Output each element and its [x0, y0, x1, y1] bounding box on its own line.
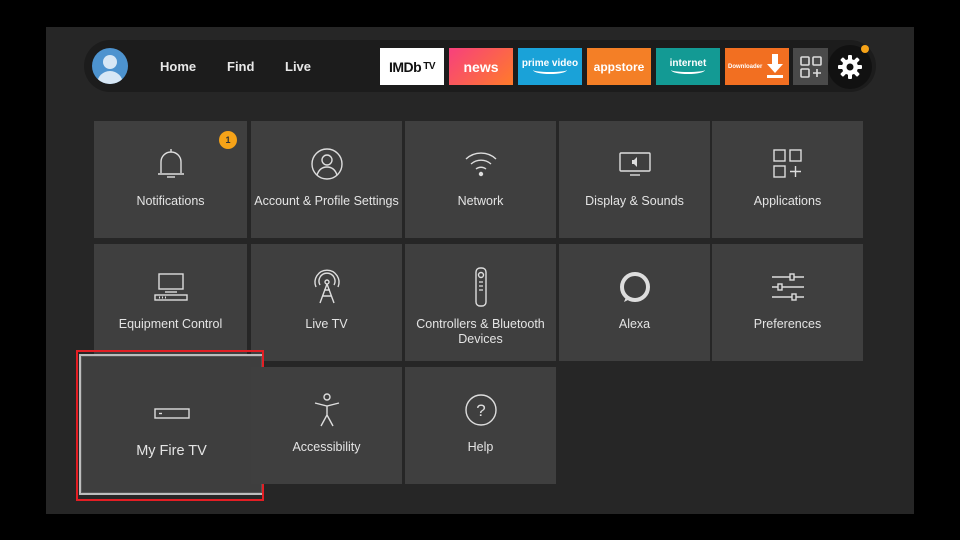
- tile-controllers-bluetooth[interactable]: Controllers & Bluetooth Devices: [405, 244, 556, 361]
- tile-account-profile[interactable]: Account & Profile Settings: [251, 121, 402, 238]
- tile-accessibility[interactable]: Accessibility: [251, 367, 402, 484]
- app-downloader[interactable]: Downloader: [725, 48, 789, 85]
- tile-label: Help: [467, 440, 494, 454]
- nav-home[interactable]: Home: [160, 59, 196, 74]
- imdb-label: IMDb: [389, 58, 422, 75]
- app-internet[interactable]: internet: [656, 48, 720, 85]
- nav-live[interactable]: Live: [285, 59, 311, 74]
- wifi-icon: [465, 152, 496, 177]
- tile-label: Account & Profile Settings: [254, 194, 399, 208]
- app-news[interactable]: news: [449, 48, 513, 85]
- settings-alert-dot: [861, 45, 869, 53]
- tile-alexa[interactable]: Alexa: [559, 244, 710, 361]
- display-icon: [618, 152, 651, 176]
- svg-text:?: ?: [476, 401, 485, 420]
- tile-label: Controllers & Bluetooth Devices: [416, 317, 545, 346]
- tile-label: Notifications: [136, 194, 205, 208]
- tile-label: Alexa: [618, 317, 651, 331]
- tile-label: Applications: [753, 194, 822, 208]
- nav-find[interactable]: Find: [227, 59, 254, 74]
- news-label: news: [463, 58, 499, 75]
- tile-live-tv[interactable]: Live TV: [251, 244, 402, 361]
- tile-label: Equipment Control: [118, 317, 223, 331]
- imdb-tv-label: TV: [423, 61, 435, 72]
- person-icon: [310, 148, 343, 180]
- grid-plus-icon: [799, 55, 822, 78]
- app-imdb-tv[interactable]: IMDb TV: [380, 48, 444, 85]
- all-apps-button[interactable]: [793, 48, 828, 85]
- gear-icon: [838, 55, 862, 79]
- tile-equipment-control[interactable]: Equipment Control: [94, 244, 247, 361]
- tile-preferences[interactable]: Preferences: [712, 244, 863, 361]
- tile-display-sounds[interactable]: Display & Sounds: [559, 121, 710, 238]
- download-arrow-icon: [767, 54, 783, 78]
- tile-label: Display & Sounds: [585, 194, 684, 208]
- tile-label: Accessibility: [292, 440, 361, 454]
- profile-avatar[interactable]: [92, 48, 128, 84]
- tile-help[interactable]: ? Help: [405, 367, 556, 484]
- tile-label: Preferences: [753, 317, 822, 331]
- tile-applications[interactable]: Applications: [712, 121, 863, 238]
- app-appstore[interactable]: appstore: [587, 48, 651, 85]
- sliders-icon: [771, 273, 804, 301]
- downloader-label: Downloader: [728, 63, 763, 70]
- grid-plus-icon: [772, 149, 802, 178]
- appstore-label: appstore: [593, 59, 645, 74]
- tile-label: Live TV: [305, 317, 348, 331]
- app-prime-video[interactable]: prime video: [518, 48, 582, 85]
- remote-icon: [474, 267, 487, 307]
- notifications-count-badge: 1: [219, 131, 237, 149]
- bell-icon: [157, 149, 184, 178]
- broadcast-tower-icon: [313, 269, 340, 304]
- tile-network[interactable]: Network: [405, 121, 556, 238]
- alexa-ring-icon: [619, 272, 650, 302]
- selection-highlight: [76, 350, 264, 501]
- accessibility-icon: [314, 393, 339, 427]
- equipment-icon: [153, 273, 188, 301]
- tile-label: Network: [457, 194, 504, 208]
- help-icon: ?: [464, 394, 497, 426]
